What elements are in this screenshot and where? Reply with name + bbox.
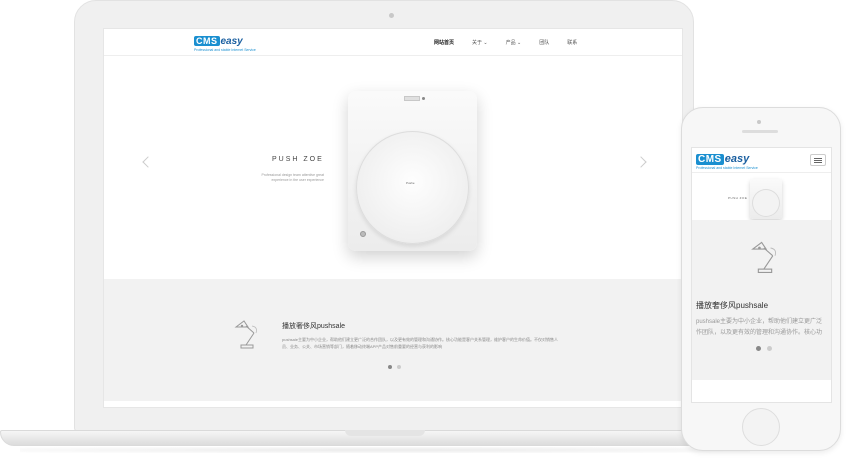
logo-cms-text: CMS [696, 154, 724, 165]
desk-lamp-icon [234, 320, 257, 349]
hero-title: PUSH ZOE [272, 156, 324, 163]
mockup-stage: CMS easy Professional and stable Interne… [0, 0, 855, 462]
pagination-dot[interactable] [388, 365, 392, 369]
logo-easy-text: easy [724, 153, 750, 165]
footer-strip [104, 401, 682, 407]
logo-tagline: Professional and stable Internet Service [194, 48, 256, 52]
feature-pagination [388, 365, 401, 369]
mobile-website: CMS easy Professional and stable Interne… [691, 147, 832, 403]
mobile-feature-line-2: 作团队，以及更有效的管理和沟通协作。核心功 [696, 330, 823, 336]
phone-frame: CMS easy Professional and stable Interne… [681, 107, 841, 451]
site-header: CMS easy Professional and stable Interne… [104, 29, 682, 56]
mobile-pagination [756, 346, 772, 351]
phone-speaker [742, 130, 778, 133]
pagination-dot[interactable] [756, 346, 761, 351]
device-knob [360, 231, 366, 237]
phone-camera [757, 120, 761, 124]
nav-item-about[interactable]: 关于 ⌄ [472, 39, 488, 46]
mobile-feature-line-1: pushsale主要为中小企业，帮助他们建立更广泛 [696, 319, 823, 325]
mobile-feature-title: 播放奢侈风pushsale [696, 301, 769, 310]
device-slot [404, 96, 420, 101]
laptop-shadow [20, 447, 750, 453]
hero-subtitle: Professional design team attentive great… [261, 173, 324, 182]
feature-description: pushsale主要为中小企业，帮助他们建立更广泛的合作团队，以及更有效的管理和… [282, 337, 559, 349]
laptop-notch [345, 430, 425, 436]
pagination-dot[interactable] [767, 346, 772, 351]
feature-section: 播放奢侈风pushsale pushsale主要为中小企业，帮助他们建立更广泛的… [104, 279, 682, 401]
mobile-logo[interactable]: CMS easy Professional and stable Interne… [696, 153, 758, 170]
main-nav: 网站首页 关于 ⌄ 产品 ⌄ 团队 联系 [434, 39, 595, 46]
device-disc [356, 131, 469, 244]
logo-easy-text: easy [220, 36, 243, 47]
device-label: Pushe [406, 181, 415, 185]
mobile-product-image [750, 179, 782, 219]
desktop-website: CMS easy Professional and stable Interne… [103, 28, 683, 408]
feature-title: 播放奢侈风pushsale [282, 323, 346, 330]
desk-lamp-icon [751, 241, 776, 273]
hamburger-menu-icon[interactable] [810, 154, 826, 166]
chevron-right-icon[interactable] [635, 156, 647, 168]
mobile-hero-title: PUSH ZOE [728, 196, 748, 200]
device-led [422, 97, 425, 100]
nav-item-team[interactable]: 团队 [539, 39, 549, 46]
mobile-hero: PUSH ZOE [692, 173, 831, 220]
mobile-feature-description: pushsale主要为中小企业，帮助他们建立更广泛 作团队，以及更有效的管理和沟… [696, 317, 831, 339]
hero-slider: PUSH ZOE Professional design team attent… [104, 56, 682, 292]
mobile-header: CMS easy Professional and stable Interne… [692, 148, 831, 173]
phone-home-button[interactable] [742, 408, 780, 446]
nav-item-products[interactable]: 产品 ⌄ [506, 39, 522, 46]
mobile-feature-section: 播放奢侈风pushsale pushsale主要为中小企业，帮助他们建立更广泛 … [692, 220, 831, 380]
product-image: Pushe [348, 91, 477, 251]
pagination-dot[interactable] [397, 365, 401, 369]
nav-item-contact[interactable]: 联系 [567, 39, 577, 46]
logo-tagline: Professional and stable Internet Service [696, 166, 758, 170]
logo-cms-text: CMS [194, 36, 220, 46]
nav-item-home[interactable]: 网站首页 [434, 39, 454, 46]
laptop-camera [389, 13, 394, 18]
site-logo[interactable]: CMS easy Professional and stable Interne… [194, 36, 256, 52]
chevron-left-icon[interactable] [142, 156, 154, 168]
